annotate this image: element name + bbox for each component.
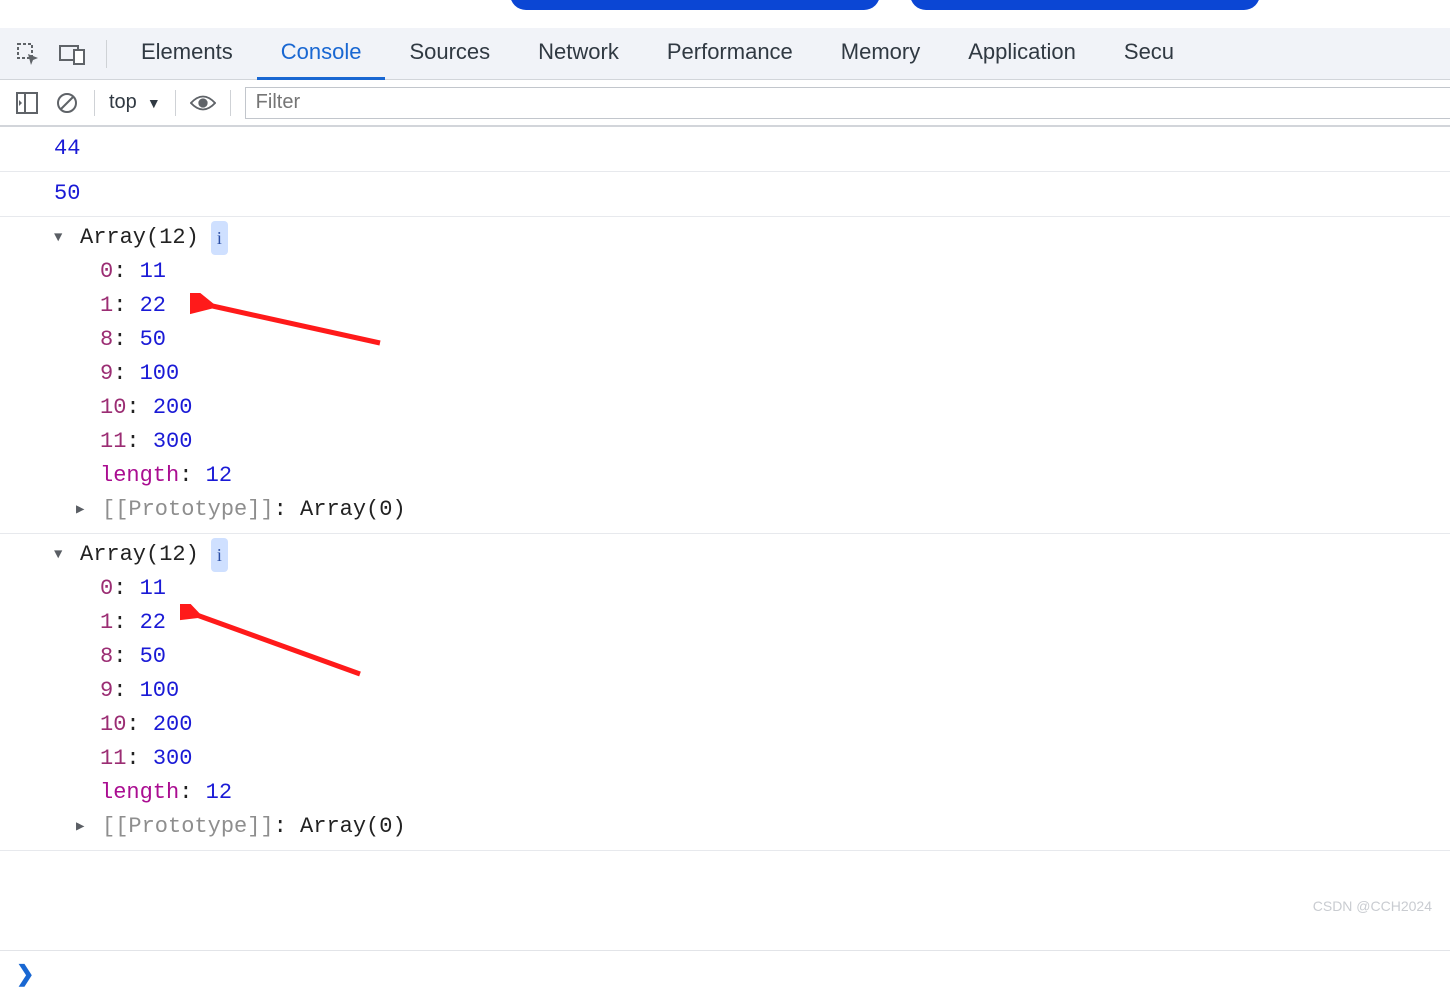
console-toolbar: top ▼ [0, 80, 1450, 126]
disclosure-triangle-icon[interactable] [54, 538, 68, 572]
prompt-caret-icon: ❯ [16, 961, 34, 987]
inspect-element-icon[interactable] [14, 40, 42, 68]
disclosure-triangle-icon[interactable] [76, 493, 90, 527]
tab-console[interactable]: Console [257, 28, 386, 80]
log-value: 44 [54, 136, 80, 161]
console-log-row[interactable]: 44 [0, 127, 1450, 172]
toolbar-separator [94, 90, 95, 116]
devtools-tabstrip: Elements Console Sources Network Perform… [0, 28, 1450, 80]
console-object-row[interactable]: Array(12) i 0: 11 1: 22 8: 50 9: 100 10:… [0, 534, 1450, 851]
object-body: 0: 11 1: 22 8: 50 9: 100 10: 200 11: 300… [54, 572, 1450, 844]
console-prompt[interactable]: ❯ [0, 950, 1450, 996]
disclosure-triangle-icon[interactable] [54, 221, 68, 255]
top-pill-1 [510, 0, 880, 10]
disclosure-triangle-icon[interactable] [76, 810, 90, 844]
chevron-down-icon: ▼ [147, 95, 161, 111]
toolbar-separator [230, 90, 231, 116]
console-log-row[interactable]: 50 [0, 172, 1450, 217]
object-header: Array(12) [80, 221, 199, 255]
execution-context-selector[interactable]: top ▼ [109, 91, 161, 114]
live-expression-icon[interactable] [190, 90, 216, 116]
console-filter-input[interactable] [245, 87, 1450, 119]
device-toolbar-icon[interactable] [58, 40, 86, 68]
toolbar-separator [175, 90, 176, 116]
object-header: Array(12) [80, 538, 199, 572]
watermark-text: CSDN @CCH2024 [1313, 898, 1432, 914]
info-badge-icon[interactable]: i [211, 538, 228, 572]
console-sidebar-toggle-icon[interactable] [14, 90, 40, 116]
object-body: 0: 11 1: 22 8: 50 9: 100 10: 200 11: 300… [54, 255, 1450, 527]
page-top-decoration [0, 0, 1450, 28]
tab-memory[interactable]: Memory [817, 28, 944, 80]
clear-console-icon[interactable] [54, 90, 80, 116]
tab-network[interactable]: Network [514, 28, 643, 80]
top-pill-2 [910, 0, 1260, 10]
console-object-row[interactable]: Array(12) i 0: 11 1: 22 8: 50 9: 100 10:… [0, 217, 1450, 534]
log-value: 50 [54, 181, 80, 206]
tab-separator [106, 40, 107, 68]
tab-elements[interactable]: Elements [117, 28, 257, 80]
tab-performance[interactable]: Performance [643, 28, 817, 80]
tab-sources[interactable]: Sources [385, 28, 514, 80]
info-badge-icon[interactable]: i [211, 221, 228, 255]
tab-security[interactable]: Secu [1100, 28, 1174, 80]
tab-application[interactable]: Application [944, 28, 1100, 80]
context-label: top [109, 91, 137, 114]
